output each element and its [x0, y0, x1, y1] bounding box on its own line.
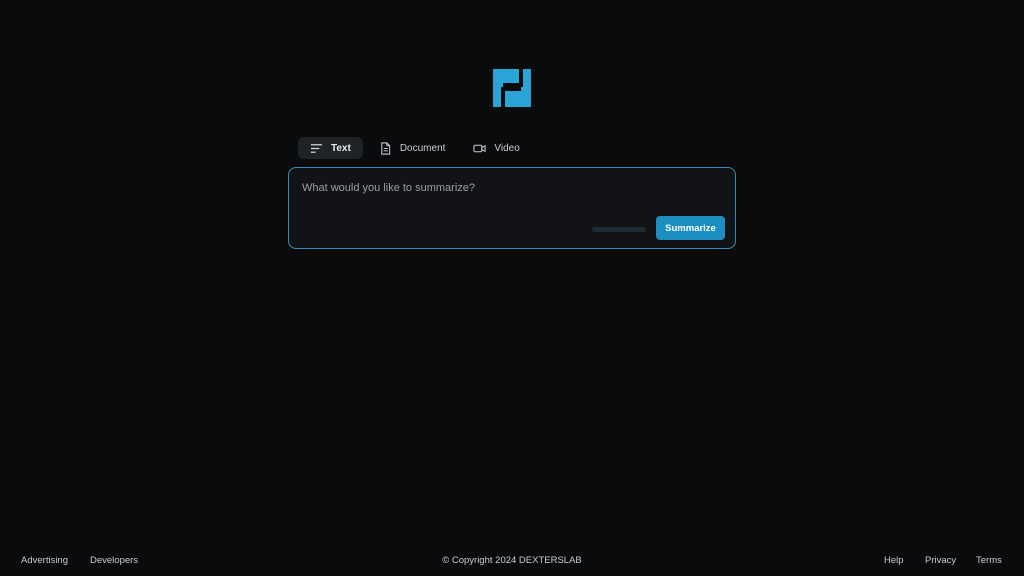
dexterslab-logo-icon[interactable] — [493, 69, 531, 107]
summarize-input-box: Summarize — [288, 167, 736, 249]
tab-video[interactable]: Video — [461, 137, 531, 159]
tab-text-label: Text — [331, 142, 351, 154]
character-count-bar — [592, 227, 646, 232]
footer-link-privacy[interactable]: Privacy — [925, 555, 956, 566]
tab-document-label: Document — [399, 142, 446, 154]
tab-text[interactable]: Text — [298, 137, 363, 159]
document-icon — [381, 141, 391, 155]
source-tabs: Text Document Video — [298, 137, 532, 159]
summarize-textarea[interactable] — [302, 182, 722, 210]
tab-video-label: Video — [494, 142, 520, 154]
tab-document[interactable]: Document — [367, 137, 458, 159]
video-camera-icon — [473, 144, 486, 152]
copyright-text: © Copyright 2024 DEXTERSLAB — [442, 555, 582, 566]
footer: Advertising Developers © Copyright 2024 … — [0, 555, 1024, 569]
summarize-button[interactable]: Summarize — [656, 216, 725, 240]
footer-link-terms[interactable]: Terms — [976, 555, 1002, 566]
footer-link-help[interactable]: Help — [884, 555, 904, 566]
text-lines-icon — [310, 143, 323, 153]
page: Text Document Video Summarize Adverti — [0, 0, 1024, 576]
